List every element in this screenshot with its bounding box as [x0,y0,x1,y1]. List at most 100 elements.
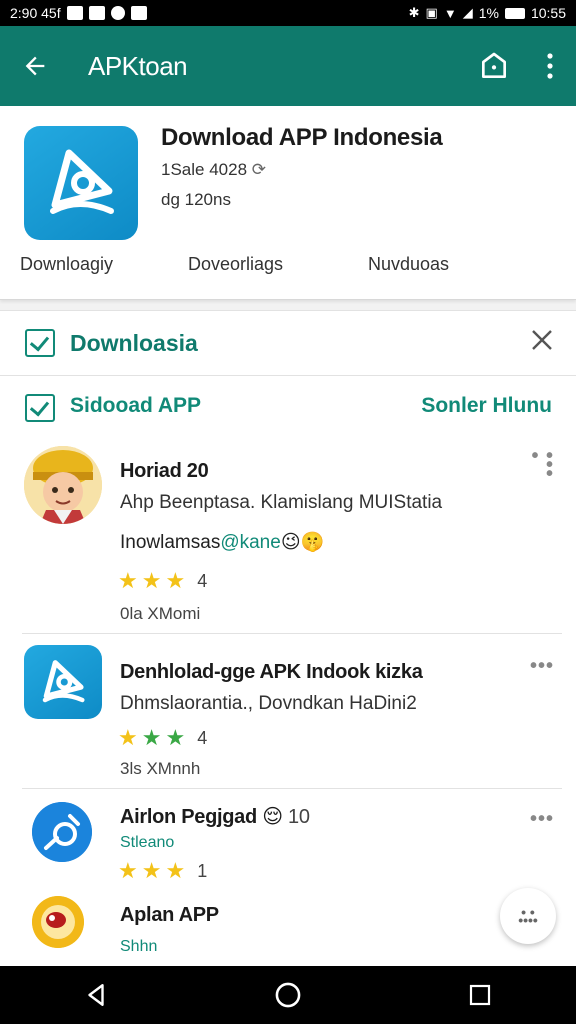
star-icon: ★ [165,858,186,883]
status-time: 2:90 45f [10,5,61,21]
nav-back-button[interactable] [66,966,126,1024]
list-item[interactable]: Horiad 20 Ahp Beenptasa. Klamislang MUIS… [0,444,576,634]
list-item[interactable]: Airlon Pegjgad 😌 10 Stleano ★ ★ ★ 1 ••• [0,790,576,890]
app-header-card: Download APP Indonesia 1Sale 4028 ⟳ dg 1… [0,106,576,300]
header-tabs: Downloagiy Doveorliags Nuvduoas [0,254,576,282]
item-menu-button[interactable]: ••• [530,808,554,831]
item-title: Aplan APP [120,904,219,926]
star-icon: ★ [118,725,138,750]
more-dots-icon: ••• [529,808,554,830]
star-icon: ★ [141,568,162,593]
arrow-left-icon [25,56,45,76]
status-bar: 2:90 45f ✱ ▣ ▼ ◢ 1% 10:55 [0,0,576,26]
star-icon: ★ [165,725,186,750]
list-header: Sidooad APP Sonler Hlunu [0,392,576,426]
star-icon: ★ [118,568,138,593]
bluetooth-icon: ✱ [408,5,420,20]
nav-recents-button[interactable] [450,966,510,1024]
character-avatar-icon [24,446,102,524]
star-icon: ★ [118,858,138,883]
more-options-button[interactable] [524,26,576,106]
item-description: Dhmslaorantia., Dovndkan HaDini2 [120,693,417,714]
compass-app-icon [32,802,92,862]
content-section: Downloasia Sidooad APP Sonler Hlunu Hori… [0,310,576,966]
checkbox-icon[interactable] [25,394,55,422]
list-header-action[interactable]: Sonler Hlunu [421,394,552,418]
app-icon [24,645,102,719]
item-title: Horiad 20 [120,460,209,482]
tab-downloads[interactable]: Downloagiy [20,254,113,275]
item-developer-link[interactable]: Shhn [120,938,157,956]
more-dots-icon: • • • • [531,445,554,485]
item-subtitle: Inowlamsas@kane😉🤫 [120,530,324,554]
tab-reviews[interactable]: Nuvduoas [368,254,449,275]
gallery-icon [88,6,105,20]
item-developer-link[interactable]: Stleano [120,834,174,852]
emoji-icon: 😉🤫 [280,532,325,553]
rating-value: 4 [197,727,208,748]
home-icon [482,52,506,78]
app-meta-size: dg 120ns [161,190,231,209]
app-logo-icon [32,896,84,948]
avatar [32,896,84,948]
item-menu-button[interactable]: ••• [530,655,554,678]
emoji-icon: 😌 [262,806,283,828]
app-title: APKtoan [88,50,188,81]
more-dots-icon: ••• [529,655,554,677]
divider [22,788,562,789]
item-subtitle-text: Inowlamsas [120,532,221,553]
sales-text: 1Sale 4028 [161,160,248,179]
item-size: 0la XMomi [120,604,201,623]
battery-percent: 1% [478,5,499,21]
rating-value: 1 [197,860,208,881]
nav-home-button[interactable] [258,966,318,1024]
wifi-icon: ▼ [443,5,457,21]
filter-label: Downloasia [70,329,198,356]
vibrate-icon: ▣ [425,5,438,20]
checkbox-icon[interactable] [25,329,55,357]
star-icon: ★ [141,858,162,883]
list-header-label: Sidooad APP [70,394,202,417]
rating-stars: ★ ★ ★ 1 [118,858,207,884]
scroll-action-button[interactable]: • • •••• [500,888,556,944]
app-bar: APKtoan [0,26,576,106]
drag-handle-icon: • • •••• [518,904,538,928]
avatar [24,446,102,524]
message-icon [130,6,147,20]
item-title-text: Airlon Pegjgad [120,806,257,828]
triangle-back-icon [88,984,104,1006]
item-title: Denhlolad-gge APK Indook kizka [120,661,423,683]
more-vert-icon [547,53,553,79]
rating-value: 4 [197,570,208,591]
record-icon [110,6,125,20]
item-title-count: 10 [288,806,310,828]
sync-icon: ⟳ [251,160,267,179]
item-subtitle-tag[interactable]: @kane [220,532,281,553]
back-button[interactable] [0,26,70,106]
notification-icon [66,6,83,20]
square-recents-icon [469,984,491,1006]
close-button[interactable] [530,326,554,360]
star-icon: ★ [165,568,186,593]
rating-stars: ★ ★ ★ 4 [118,568,207,594]
item-title: Airlon Pegjgad 😌 10 [120,804,310,829]
system-nav-bar [0,966,576,1024]
app-logo-icon [42,660,85,703]
home-button[interactable] [464,26,524,106]
item-size: 3ls XMnnh [120,759,201,778]
rating-stars: ★ ★ ★ 4 [118,725,207,751]
filter-row: Downloasia [0,310,576,376]
app-name: Download APP Indonesia [161,124,443,151]
item-menu-button[interactable]: • • • • [531,446,554,484]
signal-icon: ◢ [462,5,473,20]
item-description: Ahp Beenptasa. Klamislang MUIStatia [120,492,443,513]
app-meta-sales: 1Sale 4028 ⟳ [161,160,266,180]
close-icon [532,330,552,350]
avatar [32,802,92,862]
list-item[interactable]: Denhlolad-gge APK Indook kizka Dhmslaora… [0,635,576,789]
star-icon: ★ [141,725,162,750]
app-logo-icon [50,149,114,214]
battery-icon [504,7,525,19]
tab-overview[interactable]: Doveorliags [188,254,283,275]
list-item[interactable]: Aplan APP Shhn [0,892,576,966]
